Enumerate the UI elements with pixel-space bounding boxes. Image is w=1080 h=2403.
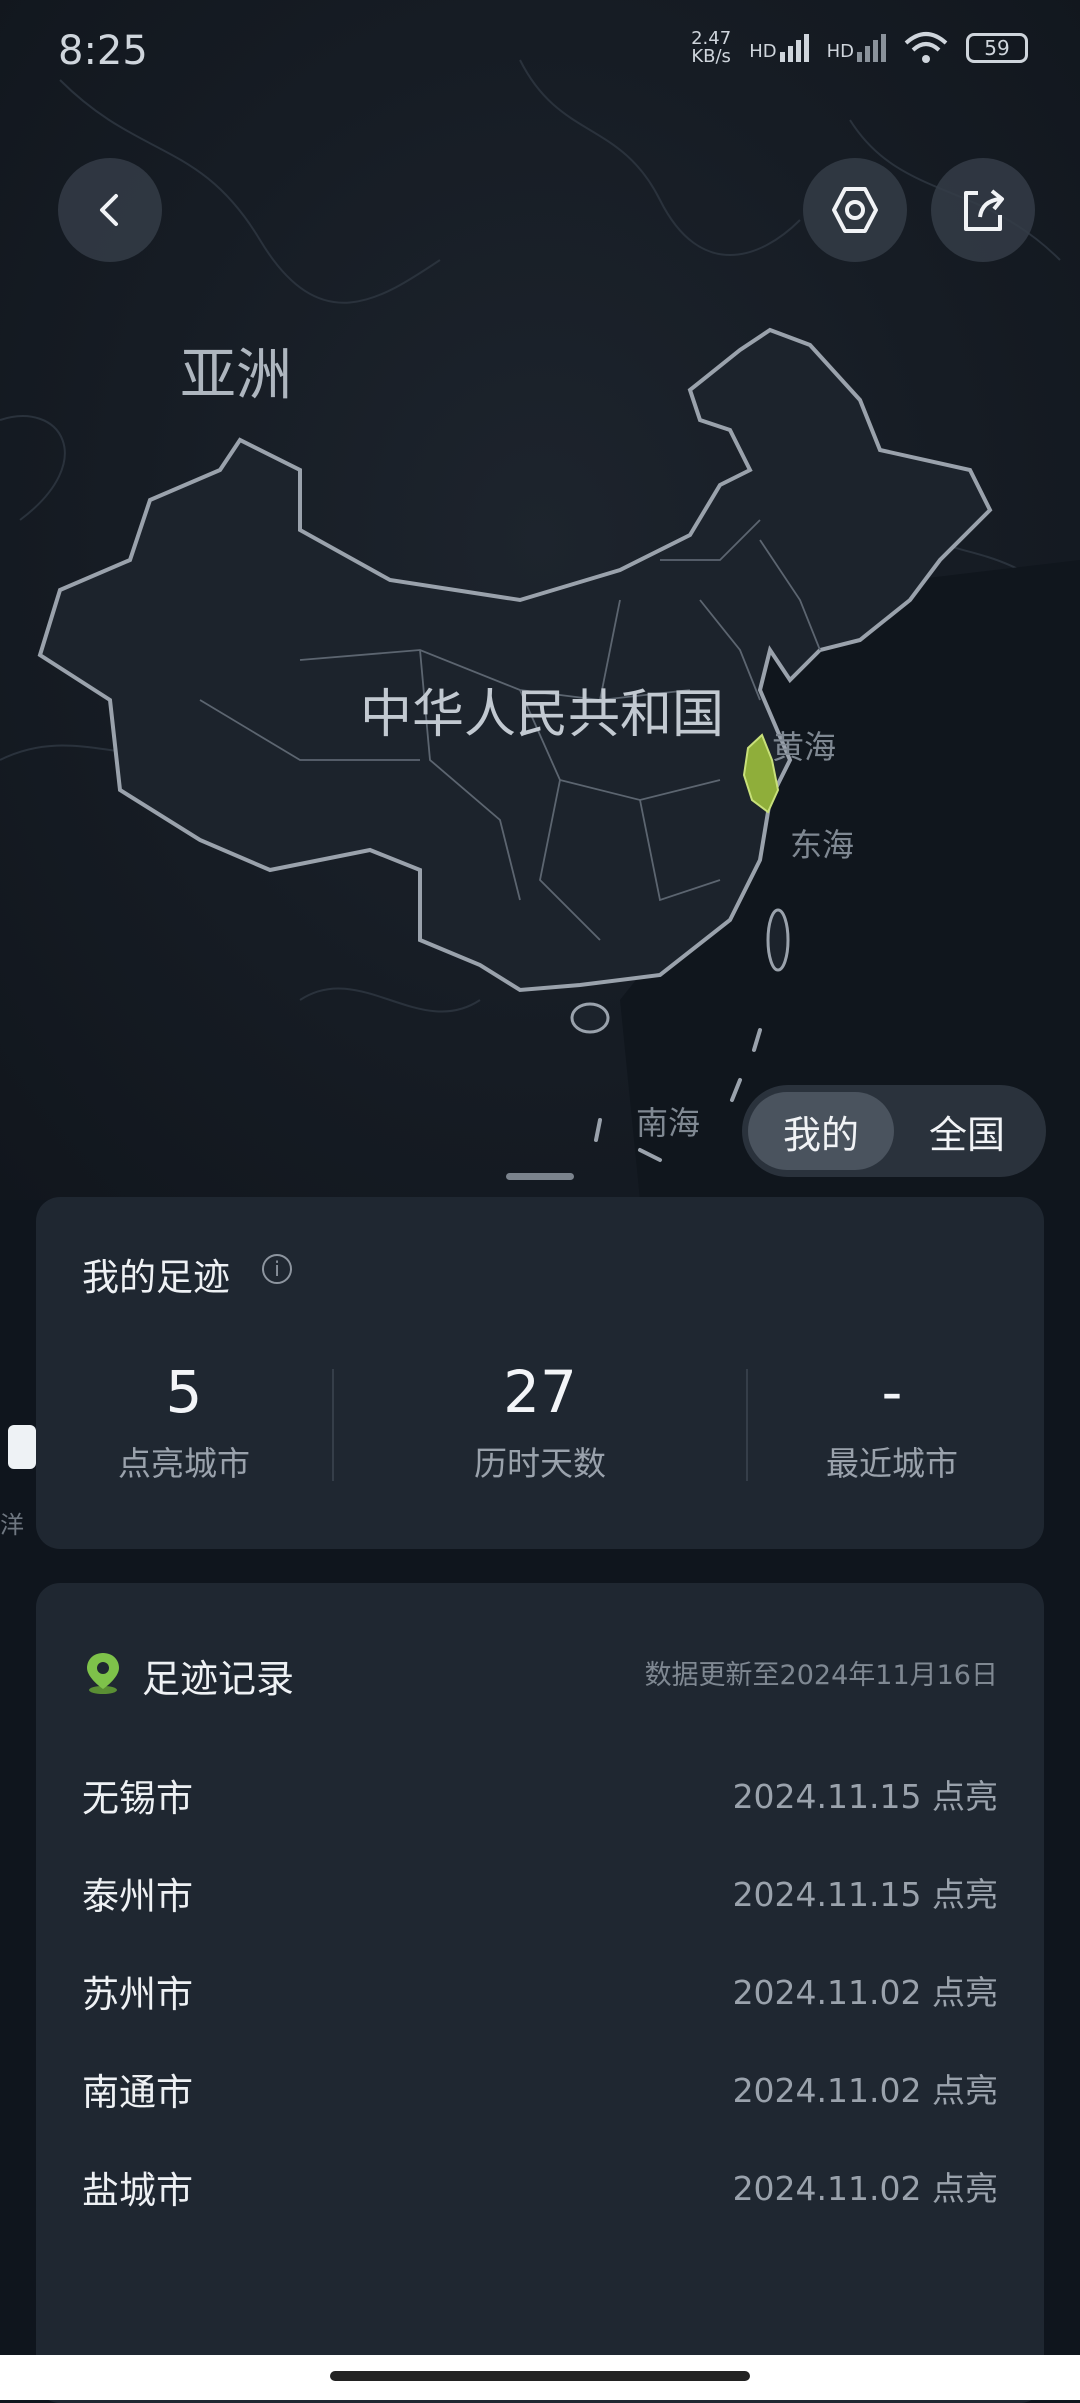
status-bar: 8:25 2.47 KB/s HD HD 59 bbox=[0, 0, 1080, 100]
record-date: 2024.11.02 点亮 bbox=[732, 2169, 998, 2208]
battery-icon: 59 bbox=[966, 33, 1028, 63]
record-city: 南通市 bbox=[82, 2071, 193, 2114]
stat-recent-city: - 最近城市 bbox=[742, 1357, 1042, 1485]
status-time: 8:25 bbox=[58, 28, 148, 74]
list-item[interactable]: 盐城市 2024.11.02 点亮 bbox=[82, 2160, 998, 2220]
stat-label: 历时天数 bbox=[474, 1444, 606, 1483]
system-nav-bar bbox=[0, 2355, 1080, 2400]
record-date: 2024.11.02 点亮 bbox=[732, 1973, 998, 2012]
gear-icon bbox=[832, 187, 878, 233]
share-icon bbox=[964, 189, 1004, 231]
floating-app-icon[interactable] bbox=[8, 1425, 36, 1469]
toggle-option-national[interactable]: 全国 bbox=[894, 1092, 1040, 1170]
status-icons: 2.47 KB/s HD HD 59 bbox=[691, 30, 1028, 66]
footprint-summary-card: 我的足迹 i 5 点亮城市 27 历时天数 - 最近城市 bbox=[36, 1197, 1044, 1549]
records-title: 足迹记录 bbox=[142, 1657, 295, 1701]
map-label-asia: 亚洲 bbox=[180, 343, 292, 408]
stat-days: 27 历时天数 bbox=[390, 1357, 690, 1485]
map-label-china: 中华人民共和国 bbox=[360, 685, 725, 745]
stat-value: 27 bbox=[503, 1358, 577, 1426]
stat-value: - bbox=[881, 1358, 903, 1426]
record-date: 2024.11.02 点亮 bbox=[732, 2071, 998, 2110]
drag-handle[interactable] bbox=[506, 1173, 574, 1180]
wifi-icon bbox=[904, 32, 948, 63]
stat-label: 最近城市 bbox=[826, 1444, 958, 1483]
signal-hd-label-2: HD bbox=[826, 41, 854, 62]
stat-lit-cities: 5 点亮城市 bbox=[34, 1357, 334, 1485]
stat-divider bbox=[332, 1369, 334, 1481]
footprint-title: 我的足迹 bbox=[82, 1256, 230, 1299]
map-label-east-sea: 东海 bbox=[790, 826, 855, 864]
footprint-records-card: 足迹记录 数据更新至2024年11月16日 无锡市 2024.11.15 点亮 … bbox=[36, 1583, 1044, 2403]
signal-icon-2: HD bbox=[827, 34, 886, 62]
map-label-yellow-sea: 黄海 bbox=[772, 728, 837, 766]
stat-label: 点亮城市 bbox=[118, 1444, 250, 1483]
info-icon[interactable]: i bbox=[262, 1254, 292, 1284]
footprint-map[interactable]: 亚洲 中华人民共和国 黄海 东海 南海 bbox=[0, 0, 1080, 1200]
toggle-option-mine[interactable]: 我的 bbox=[748, 1092, 894, 1170]
signal-hd-label: HD bbox=[749, 41, 777, 62]
map-graphic bbox=[0, 59, 1080, 1200]
record-date: 2024.11.15 点亮 bbox=[732, 1777, 998, 1816]
record-city: 苏州市 bbox=[82, 1973, 193, 2016]
list-item[interactable]: 无锡市 2024.11.15 点亮 bbox=[82, 1768, 998, 1828]
record-date: 2024.11.15 点亮 bbox=[732, 1875, 998, 1914]
record-city: 盐城市 bbox=[82, 2169, 193, 2212]
settings-button[interactable] bbox=[803, 158, 907, 262]
edge-text: 洋 bbox=[0, 1511, 24, 1539]
battery-level: 59 bbox=[984, 36, 1010, 60]
location-pin-icon bbox=[87, 1653, 119, 1694]
stat-value: 5 bbox=[165, 1358, 203, 1426]
back-button[interactable] bbox=[58, 158, 162, 262]
list-item[interactable]: 南通市 2024.11.02 点亮 bbox=[82, 2062, 998, 2122]
signal-icon: HD bbox=[749, 34, 809, 62]
share-button[interactable] bbox=[931, 158, 1035, 262]
list-item[interactable]: 苏州市 2024.11.02 点亮 bbox=[82, 1964, 998, 2024]
network-speed-unit: KB/s bbox=[691, 46, 731, 67]
records-updated-note: 数据更新至2024年11月16日 bbox=[644, 1660, 998, 1691]
list-item[interactable]: 泰州市 2024.11.15 点亮 bbox=[82, 1866, 998, 1926]
chevron-left-icon bbox=[100, 194, 118, 226]
record-city: 无锡市 bbox=[82, 1777, 193, 1820]
home-indicator[interactable] bbox=[330, 2371, 750, 2381]
record-city: 泰州市 bbox=[82, 1875, 193, 1918]
map-label-south-sea: 南海 bbox=[636, 1104, 701, 1142]
network-speed: 2.47 KB/s bbox=[691, 30, 731, 66]
scope-toggle[interactable]: 我的 全国 bbox=[742, 1085, 1046, 1177]
